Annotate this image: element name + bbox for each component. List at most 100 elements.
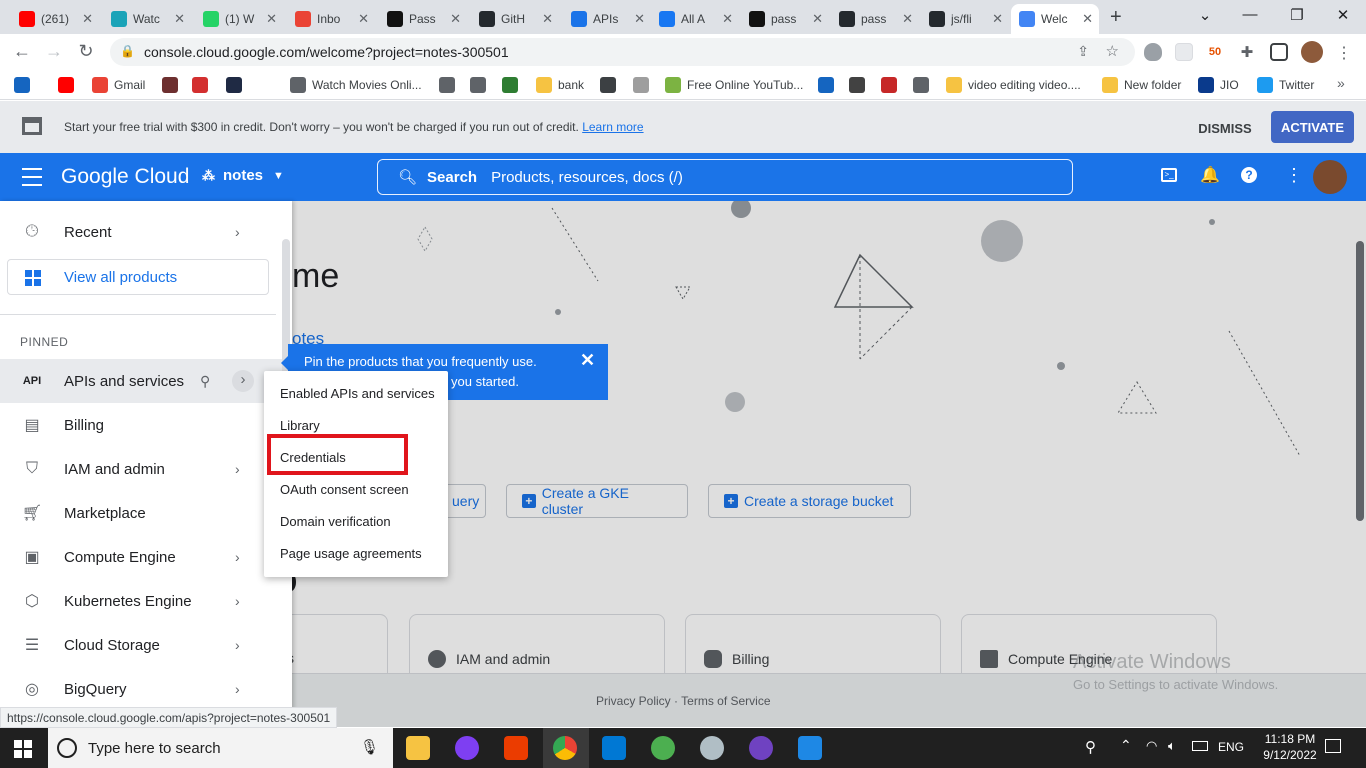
notification-center-icon[interactable] xyxy=(1325,739,1341,753)
volume-icon[interactable]: 🔈︎ xyxy=(1168,738,1176,754)
wifi-icon[interactable]: ◠ xyxy=(1146,738,1157,754)
clock[interactable]: 11:18 PM 9/12/2022 xyxy=(1258,732,1322,762)
create-storage-bucket-button[interactable]: + Create a storage bucket xyxy=(708,484,911,518)
github-desktop-icon[interactable] xyxy=(749,736,773,760)
maximize-button[interactable]: ❐ xyxy=(1287,6,1307,24)
bookmark-star-icon[interactable]: ☆ xyxy=(1106,42,1119,60)
office-icon[interactable] xyxy=(504,736,528,760)
paint-icon[interactable] xyxy=(700,736,724,760)
tab-9[interactable]: pass ✕ xyxy=(741,4,829,34)
address-bar[interactable]: 🔒 console.cloud.google.com/welcome?proje… xyxy=(110,38,1135,66)
notifications-bell-icon[interactable]: 🔔 xyxy=(1200,165,1220,185)
microphone-icon[interactable]: 🎙︎ xyxy=(360,738,379,756)
bookmark-item[interactable] xyxy=(226,76,248,94)
extension-icon[interactable] xyxy=(1175,43,1193,61)
profile-avatar[interactable] xyxy=(1301,41,1323,63)
bookmark-item[interactable] xyxy=(58,76,80,94)
tab-5[interactable]: Pass ✕ xyxy=(379,4,467,34)
search-box[interactable]: 🔍︎ Search Products, resources, docs (/) xyxy=(377,159,1073,195)
privacy-policy-link[interactable]: Privacy Policy xyxy=(596,694,671,708)
view-all-products-button[interactable]: View all products xyxy=(7,259,269,295)
reload-icon[interactable]: ↻ xyxy=(75,41,97,61)
chevron-right-icon[interactable]: › xyxy=(232,370,254,392)
close-tab-icon[interactable]: ✕ xyxy=(82,11,93,27)
sidebar-item-marketplace[interactable]: 🛒︎ Marketplace xyxy=(0,491,282,535)
sidebar-item-recent[interactable]: 🕒︎ Recent › xyxy=(0,210,282,254)
side-panel-icon[interactable] xyxy=(1270,43,1288,61)
learn-more-link[interactable]: Learn more xyxy=(582,120,643,134)
submenu-item-library[interactable]: Library xyxy=(280,418,320,433)
close-tab-icon[interactable]: ✕ xyxy=(902,11,913,27)
user-avatar[interactable] xyxy=(1313,160,1347,194)
tab-1[interactable]: (261) ✕ xyxy=(11,4,99,34)
people-icon[interactable]: ⚲ xyxy=(1085,738,1096,756)
close-tab-icon[interactable]: ✕ xyxy=(542,11,553,27)
tab-8[interactable]: All A ✕ xyxy=(651,4,739,34)
submenu-item-oauth-consent-screen[interactable]: OAuth consent screen xyxy=(280,482,409,497)
sidebar-item-compute-engine[interactable]: ▣ Compute Engine › xyxy=(0,535,282,579)
tab-4[interactable]: Inbo ✕ xyxy=(287,4,375,34)
bookmark-item[interactable]: video editing video.... xyxy=(946,76,1081,94)
close-tab-icon[interactable]: ✕ xyxy=(358,11,369,27)
close-tab-icon[interactable]: ✕ xyxy=(1082,11,1093,27)
hamburger-menu-icon[interactable] xyxy=(22,168,42,186)
unpin-icon[interactable]: ⚲ xyxy=(200,373,210,390)
tab-3[interactable]: (1) W ✕ xyxy=(195,4,283,34)
sidebar-item-apis-and-services[interactable]: API APIs and services ⚲ › xyxy=(0,359,282,403)
chrome-icon[interactable] xyxy=(553,736,577,760)
tab-10[interactable]: pass ✕ xyxy=(831,4,919,34)
taskbar-search-box[interactable]: Type here to search 🎙︎ xyxy=(48,728,393,768)
browser-menu-icon[interactable]: ⋮ xyxy=(1336,43,1352,63)
tab-7[interactable]: APIs ✕ xyxy=(563,4,651,34)
bookmark-item[interactable]: Free Online YouTub... xyxy=(665,76,803,94)
tab-search-icon[interactable]: ⌄ xyxy=(1195,6,1215,24)
page-scrollbar[interactable] xyxy=(1356,241,1364,521)
close-tab-icon[interactable]: ✕ xyxy=(266,11,277,27)
help-icon[interactable]: ? xyxy=(1241,167,1257,183)
close-tab-icon[interactable]: ✕ xyxy=(634,11,645,27)
submenu-item-enabled-apis-and-services[interactable]: Enabled APIs and services xyxy=(280,386,435,401)
vscode-icon[interactable] xyxy=(602,736,626,760)
forward-icon[interactable]: → xyxy=(43,41,65,61)
close-tab-icon[interactable]: ✕ xyxy=(992,11,1003,27)
bookmark-item[interactable] xyxy=(818,76,840,94)
bookmark-item[interactable] xyxy=(633,76,655,94)
file-explorer-icon[interactable] xyxy=(406,736,430,760)
bookmark-item[interactable] xyxy=(14,76,36,94)
sidebar-item-bigquery[interactable]: ◎ BigQuery › xyxy=(0,667,282,711)
extension-50-icon[interactable]: 50 xyxy=(1206,43,1224,61)
tab-6[interactable]: GitH ✕ xyxy=(471,4,559,34)
bookmark-item[interactable]: New folder xyxy=(1102,76,1181,94)
share-icon[interactable]: ⇪ xyxy=(1077,43,1089,60)
bookmark-item[interactable] xyxy=(881,76,903,94)
close-window-button[interactable]: ✕ xyxy=(1333,6,1353,24)
tab-11[interactable]: js/fli ✕ xyxy=(921,4,1009,34)
video-editor-icon[interactable] xyxy=(798,736,822,760)
close-tab-icon[interactable]: ✕ xyxy=(174,11,185,27)
bookmark-item[interactable] xyxy=(162,76,184,94)
bookmark-item[interactable] xyxy=(502,76,524,94)
bookmark-item[interactable]: Twitter xyxy=(1257,76,1314,94)
activate-button[interactable]: ACTIVATE xyxy=(1271,111,1354,143)
tab-2[interactable]: Watc ✕ xyxy=(103,4,191,34)
dismiss-button[interactable]: DISMISS xyxy=(1186,114,1264,142)
bookmark-item[interactable] xyxy=(913,76,935,94)
close-tab-icon[interactable]: ✕ xyxy=(450,11,461,27)
bookmark-item[interactable]: Gmail xyxy=(92,76,145,94)
sidebar-item-cloud-storage[interactable]: ☰ Cloud Storage › xyxy=(0,623,282,667)
submenu-item-domain-verification[interactable]: Domain verification xyxy=(280,514,391,529)
close-tooltip-icon[interactable]: ✕ xyxy=(580,350,595,371)
create-gke-cluster-button[interactable]: + Create a GKE cluster xyxy=(506,484,688,518)
language-indicator[interactable]: ENG xyxy=(1218,740,1244,754)
sidebar-item-billing[interactable]: ▤ Billing xyxy=(0,403,282,447)
new-tab-button[interactable]: + xyxy=(1110,6,1122,29)
submenu-item-page-usage-agreements[interactable]: Page usage agreements xyxy=(280,546,422,561)
bookmark-item[interactable] xyxy=(849,76,871,94)
bookmark-item[interactable] xyxy=(470,76,492,94)
windows-start-icon[interactable] xyxy=(14,740,32,758)
tray-chevron-icon[interactable]: ⌃ xyxy=(1120,737,1132,754)
terms-of-service-link[interactable]: Terms of Service xyxy=(681,694,770,708)
back-icon[interactable]: ← xyxy=(11,41,33,61)
bookmark-item[interactable] xyxy=(192,76,214,94)
close-tab-icon[interactable]: ✕ xyxy=(812,11,823,27)
